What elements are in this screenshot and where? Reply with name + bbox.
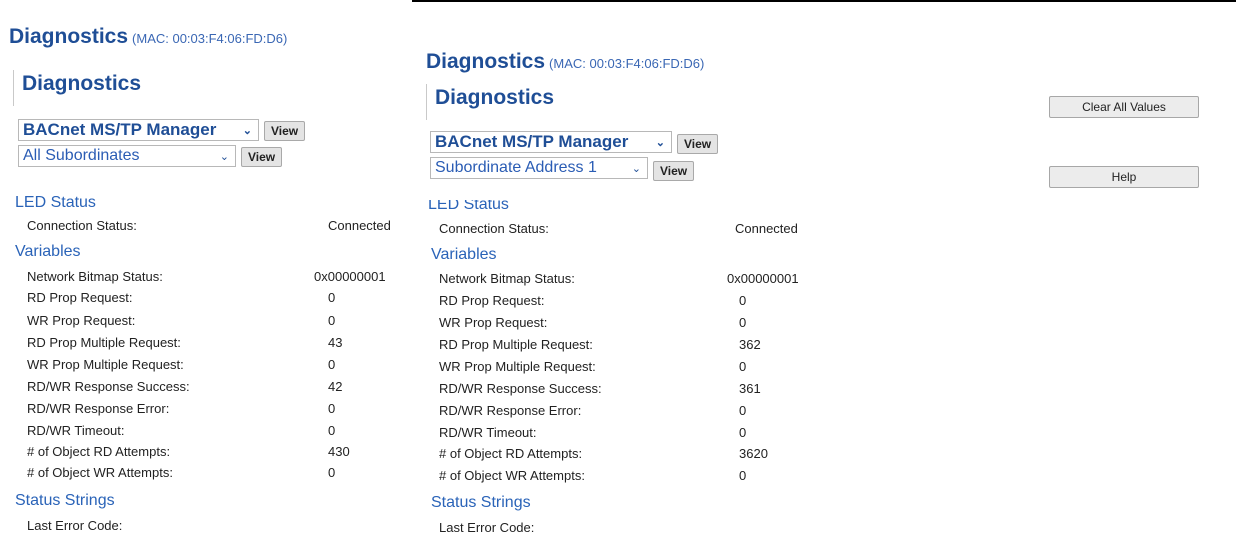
variable-value: 0x00000001 [727,271,799,286]
led-status-heading: LED Status [15,194,96,211]
variable-value: 0 [328,465,336,480]
subordinate-select-value: Subordinate Address 1 [435,159,597,176]
variable-label: # of Object RD Attempts: [439,446,583,461]
variable-value: 362 [739,337,761,352]
subordinate-select[interactable]: Subordinate Address 1 ⌄ [430,157,648,179]
variable-value: 0 [739,425,747,440]
variable-label: RD/WR Response Error: [27,401,170,416]
variable-label: RD/WR Response Success: [439,381,602,396]
heading-text: Diagnostics [9,25,129,48]
variables-heading: Variables [431,246,497,263]
help-button[interactable]: Help [1049,166,1199,188]
last-error-code-label: Last Error Code: [27,518,123,533]
variable-value: 361 [739,381,761,396]
mac-address: (MAC: 00:03:F4:06:FD:D6) [549,56,705,71]
variable-label: # of Object RD Attempts: [27,444,171,459]
variable-label: # of Object WR Attempts: [439,468,585,483]
variable-value: 0x00000001 [314,269,386,284]
variable-value: 0 [328,290,336,305]
variable-label: RD/WR Timeout: [27,423,125,438]
left-diagnostics-panel: Diagnostics (MAC: 00:03:F4:06:FD:D6) Diag… [0,0,412,540]
variable-value: 0 [328,423,336,438]
variable-label: RD/WR Response Error: [439,403,582,418]
variable-label: WR Prop Request: [439,315,548,330]
chevron-down-icon: ⌄ [631,162,641,175]
variable-label: RD Prop Multiple Request: [439,337,593,352]
manager-select-value: BACnet MS/TP Manager [435,132,629,151]
variables-heading: Variables [15,243,81,260]
status-strings-heading: Status Strings [431,494,531,511]
variable-label: Network Bitmap Status: [27,269,163,284]
manager-view-button[interactable]: View [677,134,719,154]
variable-value: 0 [739,293,747,308]
manager-select[interactable]: BACnet MS/TP Manager ⌄ [430,131,672,153]
connection-status-value: Connected [328,218,391,233]
subordinate-view-button[interactable]: View [653,161,695,181]
page-heading: Diagnostics (MAC: 00:03:F4:06:FD:D6) [9,25,287,49]
manager-select-value: BACnet MS/TP Manager [23,120,217,139]
variable-label: WR Prop Multiple Request: [439,359,596,374]
led-status-heading: LED Status [428,200,509,213]
status-strings-heading: Status Strings [15,492,115,509]
variable-label: # of Object WR Attempts: [27,465,173,480]
heading-text: Diagnostics [426,50,546,73]
variable-value: 0 [328,401,336,416]
variable-label: RD Prop Multiple Request: [27,335,181,350]
sub-heading: Diagnostics [13,70,141,106]
connection-status-label: Connection Status: [27,218,137,233]
variable-value: 0 [739,403,747,418]
clear-all-values-button[interactable]: Clear All Values [1049,96,1199,118]
variable-label: RD Prop Request: [27,290,133,305]
manager-select[interactable]: BACnet MS/TP Manager ⌄ [18,119,259,141]
led-status-clip: LED Status [428,200,568,216]
connection-status-value: Connected [735,221,798,236]
subordinate-select[interactable]: All Subordinates ⌄ [18,145,236,167]
variable-label: WR Prop Request: [27,313,136,328]
page-heading: Diagnostics (MAC: 00:03:F4:06:FD:D6) [426,50,704,74]
variable-label: Network Bitmap Status: [439,271,575,286]
variable-label: RD/WR Response Success: [27,379,190,394]
variable-value: 0 [328,357,336,372]
variable-value: 0 [739,359,747,374]
variable-label: WR Prop Multiple Request: [27,357,184,372]
variable-value: 0 [739,315,747,330]
connection-status-label: Connection Status: [439,221,549,236]
last-error-code-label: Last Error Code: [439,520,535,535]
variable-label: RD/WR Timeout: [439,425,537,440]
sub-heading: Diagnostics [426,84,554,120]
variable-label: RD Prop Request: [439,293,545,308]
variable-value: 430 [328,444,350,459]
subordinate-select-value: All Subordinates [23,147,140,164]
chevron-down-icon: ⌄ [242,124,252,137]
divider [412,0,1236,2]
chevron-down-icon: ⌄ [655,136,665,149]
subordinate-view-button[interactable]: View [241,147,283,167]
chevron-down-icon: ⌄ [219,150,229,163]
manager-view-button[interactable]: View [264,121,306,141]
mac-address: (MAC: 00:03:F4:06:FD:D6) [132,31,288,46]
variable-value: 0 [739,468,747,483]
variable-value: 42 [328,379,343,394]
right-diagnostics-panel: Diagnostics (MAC: 00:03:F4:06:FD:D6) Diag… [412,0,1236,540]
variable-value: 3620 [739,446,768,461]
variable-value: 0 [328,313,336,328]
variable-value: 43 [328,335,343,350]
